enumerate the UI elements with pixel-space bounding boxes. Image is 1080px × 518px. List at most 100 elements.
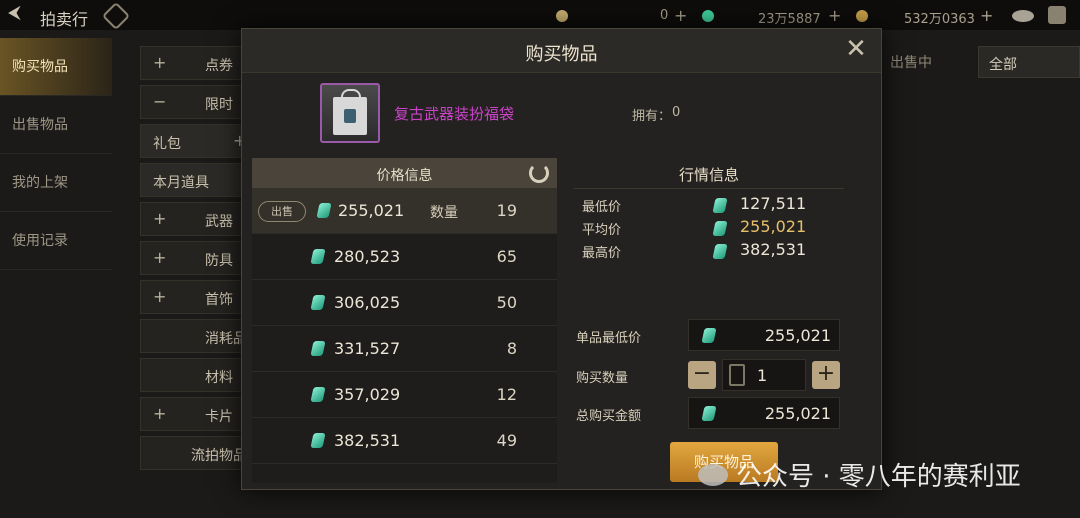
gem-icon	[310, 387, 326, 402]
buy-quantity-label: 购买数量	[576, 371, 629, 386]
category-item[interactable]: 材料	[140, 358, 250, 392]
listing-row[interactable]: 280,523 65	[252, 234, 557, 280]
expand-icon: +	[153, 404, 167, 423]
average-price-value: 255,021	[740, 217, 807, 236]
quantity-label: 数量	[430, 205, 458, 221]
gem-icon	[701, 328, 717, 343]
expand-icon: +	[153, 53, 167, 72]
currency-coupon-value: 0	[660, 8, 669, 23]
unit-min-price-field: 255,021	[688, 319, 840, 351]
listing-price: 280,523	[334, 247, 401, 266]
currency-gem-value: 23万5887	[758, 12, 821, 27]
gem-icon	[701, 406, 717, 421]
expand-icon: +	[153, 209, 167, 228]
gem-icon	[712, 198, 728, 213]
category-label: 礼包	[153, 136, 181, 152]
mail-icon[interactable]	[1012, 10, 1034, 22]
average-price-label: 平均价	[582, 223, 622, 238]
listing-row[interactable]: 331,527 8	[252, 326, 557, 372]
category-list: + 点券 − 限时 礼包 + 本月道具 + 武器 + 防具 + 首饰 消耗品 材…	[140, 46, 250, 475]
tab-on-sale[interactable]: 出售中	[890, 52, 932, 72]
category-label: 首饰	[205, 292, 233, 308]
sell-badge: 出售	[258, 201, 306, 222]
close-icon[interactable]: ✕	[843, 36, 869, 63]
item-thumbnail[interactable]	[320, 83, 380, 143]
expand-icon: +	[153, 248, 167, 267]
category-item[interactable]: − 限时	[140, 85, 250, 119]
category-label: 材料	[205, 370, 233, 386]
listing-row[interactable]: 357,029 12	[252, 372, 557, 418]
category-item[interactable]: 流拍物品	[140, 436, 250, 470]
unit-min-price-label: 单品最低价	[576, 331, 642, 346]
gold-icon	[856, 10, 868, 22]
gift-bag-icon	[333, 89, 367, 135]
sidebar-item-buy[interactable]: 购买物品	[0, 38, 112, 96]
quantity-value: 1	[757, 366, 768, 385]
owned-value: 0	[672, 105, 681, 120]
total-price-label: 总购买金额	[576, 409, 642, 424]
listing-price: 306,025	[334, 293, 401, 312]
sidebar-item-my-listings[interactable]: 我的上架	[0, 154, 112, 212]
divider	[574, 188, 844, 189]
gem-icon	[310, 295, 326, 310]
refresh-icon[interactable]	[529, 163, 549, 183]
menu-icon[interactable]	[1048, 6, 1066, 24]
listing-quantity: 12	[496, 385, 517, 404]
listing-row[interactable]: 382,531 49	[252, 418, 557, 464]
dialog-header: 购买物品 ✕	[242, 29, 881, 73]
category-label: 本月道具	[153, 175, 209, 191]
add-coupon-button[interactable]: +	[674, 6, 687, 25]
market-info-title: 行情信息	[678, 166, 739, 184]
category-item[interactable]: + 防具	[140, 241, 250, 275]
collapse-icon: −	[153, 92, 167, 111]
category-item[interactable]: + 首饰	[140, 280, 250, 314]
category-item[interactable]: + 卡片	[140, 397, 250, 431]
listing-quantity: 8	[506, 339, 517, 358]
calculator-icon[interactable]	[729, 364, 745, 386]
filter-select[interactable]: 全部	[978, 46, 1080, 78]
price-list-title: 价格信息	[376, 168, 433, 184]
expand-icon: +	[153, 287, 167, 306]
listing-price: 255,021	[338, 201, 405, 220]
increase-quantity-button[interactable]: +	[812, 361, 840, 389]
category-item[interactable]: 消耗品	[140, 319, 250, 353]
highest-price-label: 最高价	[582, 246, 622, 261]
listing-price: 331,527	[334, 339, 401, 358]
category-item[interactable]: 本月道具	[140, 163, 250, 197]
total-price-value: 255,021	[764, 404, 831, 423]
help-icon[interactable]	[101, 1, 131, 31]
listing-price: 382,531	[334, 431, 401, 450]
sidebar-item-records[interactable]: 使用记录	[0, 212, 112, 270]
listing-price: 357,029	[334, 385, 401, 404]
category-label: 流拍物品	[191, 448, 247, 464]
top-bar: ⮜ 拍卖行 0 + 23万5887 + 532万0363 +	[0, 0, 1080, 31]
watermark-text: 公众号 · 零八年的赛利亚	[736, 462, 1021, 492]
back-arrow-icon[interactable]: ⮜	[8, 2, 21, 23]
listing-row[interactable]: 306,025 50	[252, 280, 557, 326]
decrease-quantity-button[interactable]: −	[688, 361, 716, 389]
listing-row[interactable]: 出售 255,021 数量 19	[252, 188, 557, 234]
price-list-header: 价格信息	[252, 158, 557, 188]
total-price-field: 255,021	[688, 397, 840, 429]
buy-item-dialog: 购买物品 ✕ 复古武器装扮福袋 拥有： 0 价格信息 出售 255,021 数量…	[241, 28, 882, 490]
add-gem-button[interactable]: +	[828, 6, 841, 25]
coupon-icon	[556, 10, 568, 22]
category-item[interactable]: 礼包 +	[140, 124, 250, 158]
category-item[interactable]: + 武器	[140, 202, 250, 236]
lowest-price-label: 最低价	[582, 200, 622, 215]
owned-label: 拥有：	[632, 109, 672, 124]
quantity-input[interactable]: 1	[722, 359, 806, 391]
page-title: 拍卖行	[40, 10, 89, 29]
category-label: 限时	[205, 97, 233, 113]
sidebar: 购买物品 出售物品 我的上架 使用记录	[0, 38, 112, 270]
lowest-price-value: 127,511	[740, 194, 807, 213]
gem-icon	[702, 10, 714, 22]
gem-icon	[310, 249, 326, 264]
listing-quantity: 49	[496, 431, 517, 450]
gem-icon	[712, 244, 728, 259]
add-gold-button[interactable]: +	[980, 6, 993, 25]
sidebar-item-sell[interactable]: 出售物品	[0, 96, 112, 154]
highest-price-value: 382,531	[740, 240, 807, 259]
category-label: 点券	[205, 58, 233, 74]
category-item[interactable]: + 点券	[140, 46, 250, 80]
